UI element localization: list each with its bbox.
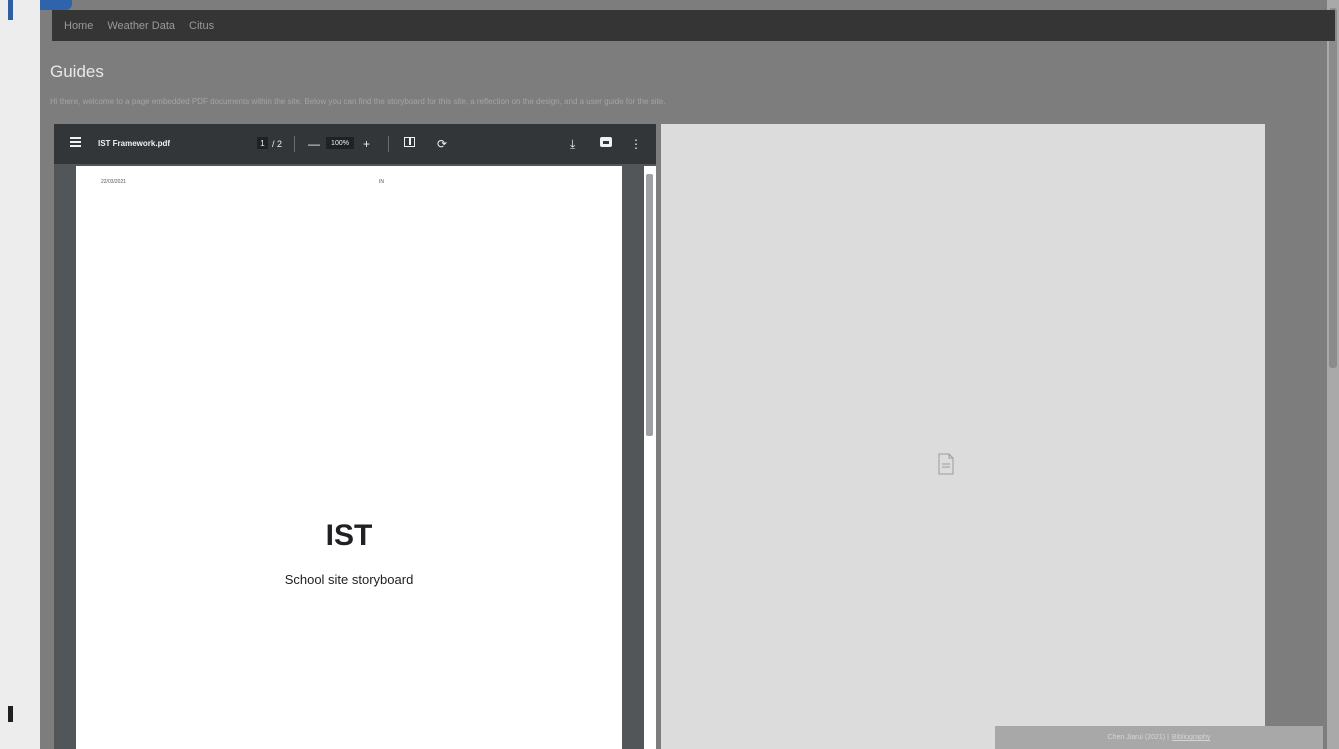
embedded-document-frame	[661, 124, 1265, 749]
page-scrollbar-thumb[interactable]	[1329, 8, 1337, 368]
page-number-input[interactable]: 1	[257, 137, 268, 149]
print-icon[interactable]	[600, 137, 612, 147]
nav-weather-data[interactable]: Weather Data	[107, 20, 175, 32]
footer-separator: |	[1165, 734, 1169, 741]
document-subtitle: School site storyboard	[284, 572, 414, 587]
bibliography-link[interactable]: Bibliography	[1172, 734, 1211, 741]
document-placeholder-icon	[938, 453, 954, 475]
page-footer: Chen Jiarui (2021) | Bibliography	[995, 726, 1323, 749]
nav-citus[interactable]: Citus	[189, 20, 214, 32]
download-icon[interactable]: ⤓	[570, 137, 575, 151]
pdf-toolbar: IST Framework.pdf 1 / 2 — 100% + ⟳ ⤓ ⋮	[54, 124, 656, 164]
page-header-number: IN	[379, 179, 384, 185]
pdf-file-name: IST Framework.pdf	[98, 139, 171, 148]
page-scrollbar[interactable]	[1327, 0, 1339, 749]
nav-home[interactable]: Home	[64, 20, 93, 32]
zoom-in-icon[interactable]: +	[363, 137, 370, 151]
zoom-input[interactable]: 100%	[326, 137, 354, 149]
page-title: Guides	[50, 62, 104, 81]
toolbar-divider	[294, 136, 295, 152]
left-window-strip	[0, 0, 40, 749]
intro-text: Hi there, welcome to a page embedded PDF…	[50, 97, 666, 106]
page-total: / 2	[272, 139, 283, 149]
pdf-scrollbar-thumb[interactable]	[646, 174, 653, 436]
document-title: IST	[325, 519, 373, 552]
fit-page-icon[interactable]	[404, 137, 415, 147]
top-navbar: Home Weather Data Citus	[52, 10, 1335, 41]
window-accent	[8, 706, 13, 722]
page-header-date: 22/03/2021	[101, 179, 127, 185]
menu-icon[interactable]	[70, 137, 81, 147]
pdf-scrollbar[interactable]	[644, 166, 656, 749]
pdf-page: 22/03/2021 IN IST School site storyboard	[76, 166, 622, 749]
footer-credit: Chen Jiarui (2021)	[1107, 734, 1166, 741]
more-options-icon[interactable]: ⋮	[630, 137, 642, 151]
window-accent	[8, 0, 13, 20]
toolbar-divider	[388, 136, 389, 152]
brand-corner	[40, 0, 72, 10]
rotate-icon[interactable]: ⟳	[437, 137, 447, 151]
zoom-out-icon[interactable]: —	[308, 137, 320, 151]
pdf-viewer: IST Framework.pdf 1 / 2 — 100% + ⟳ ⤓ ⋮ 2…	[54, 124, 656, 749]
